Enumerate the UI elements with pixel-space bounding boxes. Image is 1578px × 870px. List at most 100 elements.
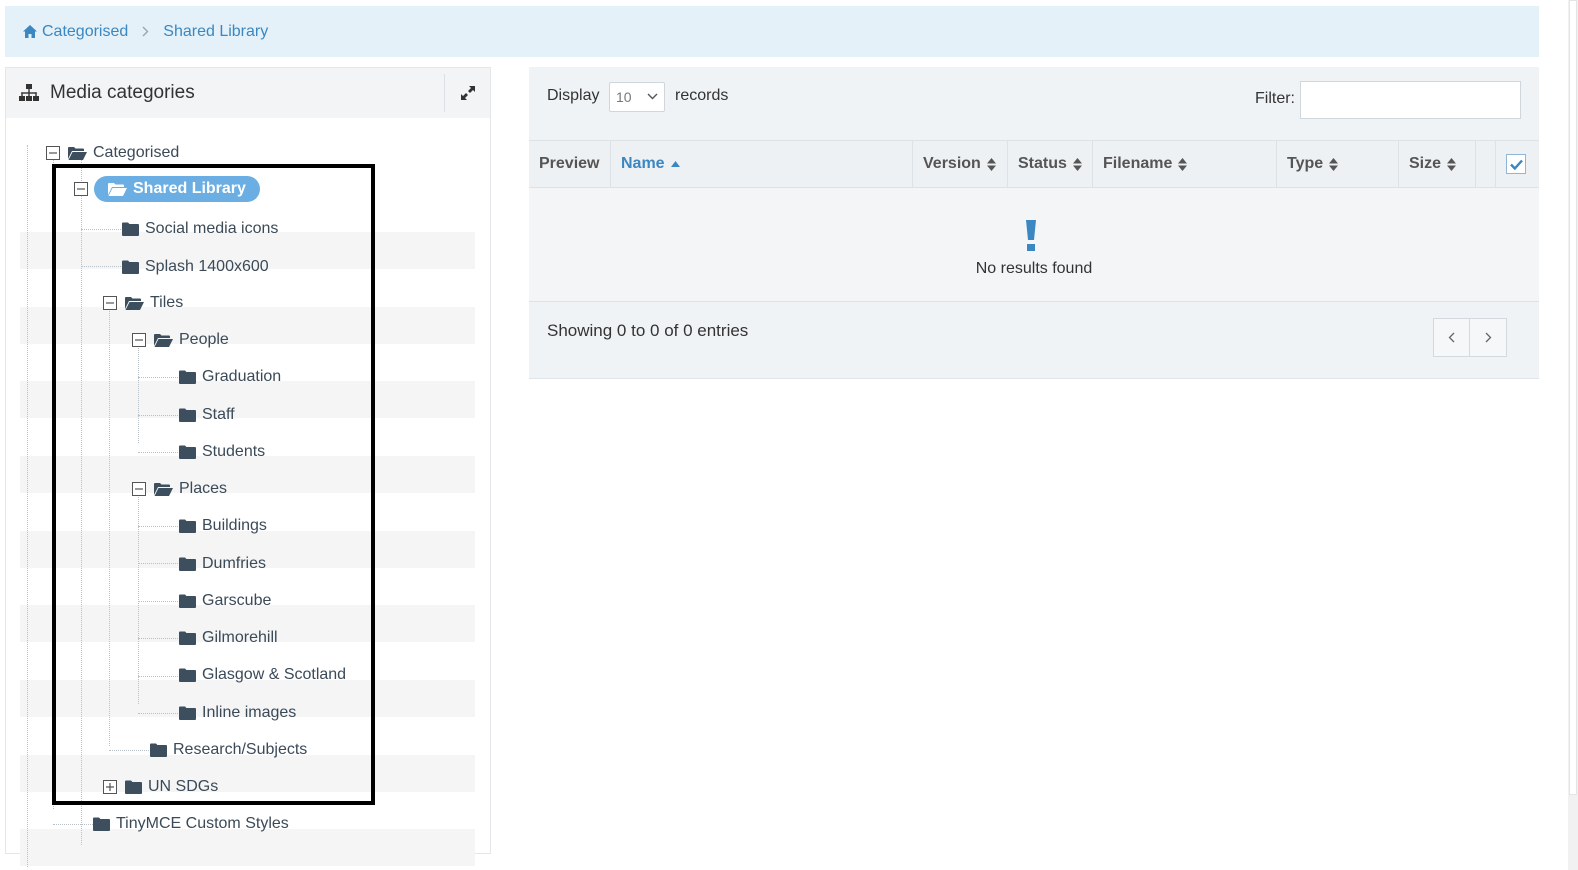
filter-input[interactable] [1300,81,1521,119]
tree-node-label: Graduation [202,368,282,385]
tree-connector [81,266,121,267]
collapse-toggle-icon[interactable] [46,146,60,160]
folder-icon [179,370,196,384]
table-header: Preview Name Version Status Filename Typ… [529,140,1539,188]
tree-node-splash[interactable]: Splash 1400x600 [122,255,269,279]
folder-icon [179,668,196,682]
tree-node-label: Categorised [93,144,180,161]
sort-icon [1178,157,1188,171]
tree-connector [138,415,178,416]
home-icon [23,25,37,38]
folder-icon [122,260,139,274]
collapse-toggle-icon[interactable] [132,333,146,347]
tree-node-categorised[interactable]: Categorised [46,141,179,165]
breadcrumb-item-shared-library[interactable]: Shared Library [163,23,268,41]
page-size-value: 10 [616,89,632,105]
next-page-button[interactable] [1470,318,1507,357]
column-label: Size [1409,155,1442,172]
tree-connector [53,155,54,809]
folder-icon [125,780,142,794]
column-filename[interactable]: Filename [1093,141,1277,187]
tree-connector [138,638,178,639]
folder-icon [179,445,196,459]
tree-node-social-media-icons[interactable]: Social media icons [122,217,278,241]
tree-node-places[interactable]: Places [132,477,227,501]
page-scrollbar[interactable] [1568,0,1578,870]
panel-title: Media categories [50,82,195,103]
folder-icon [179,631,196,645]
select-all-checkbox[interactable] [1506,154,1526,174]
column-select-all[interactable] [1496,141,1539,187]
column-size[interactable]: Size [1399,141,1476,187]
exclamation-icon [1026,220,1036,251]
column-version[interactable]: Version [913,141,1008,187]
folder-open-icon [68,146,87,160]
expand-toggle-icon[interactable] [103,780,117,794]
tree-connector [138,713,178,714]
tree-node-people[interactable]: People [132,328,229,352]
tree-node-label: Garscube [202,592,272,609]
sort-icon [1329,157,1339,171]
display-label: Display [547,87,600,104]
tree-node-gilmorehill[interactable]: Gilmorehill [179,626,278,650]
selected-node-pill[interactable]: Shared Library [94,176,260,202]
tree-node-shared-library[interactable]: Shared Library [74,176,260,202]
previous-page-button[interactable] [1433,318,1470,357]
column-status[interactable]: Status [1008,141,1093,187]
tree-node-tiles[interactable]: Tiles [103,291,183,315]
page-size-select[interactable]: 10 [609,82,665,112]
expand-icon[interactable] [444,74,490,112]
tree-node-dumfries[interactable]: Dumfries [179,552,266,576]
tree-node-label: Splash 1400x600 [145,258,269,275]
tree-node-buildings[interactable]: Buildings [179,514,267,538]
chevron-right-icon [142,26,149,37]
chevron-right-icon [1485,332,1491,343]
tree-node-label: Research/Subjects [173,741,308,758]
tree-node-label: Tiles [150,294,184,311]
folder-icon [179,557,196,571]
tree-connector [138,452,178,453]
media-table-panel: Display 10 records Filter: Preview Name … [529,67,1539,379]
tree-node-glasgow-scotland[interactable]: Glasgow & Scotland [179,663,346,687]
folder-icon [179,706,196,720]
tree-node-label: UN SDGs [148,778,219,795]
sort-icon [1072,157,1082,171]
folder-icon [179,519,196,533]
tree-node-garscube[interactable]: Garscube [179,589,271,613]
tree-connector [138,676,178,677]
tree-connector [81,155,82,845]
tree-node-label: Inline images [202,704,297,721]
column-type[interactable]: Type [1277,141,1399,187]
folder-icon [150,743,167,757]
breadcrumb-item-categorised[interactable]: Categorised [23,23,128,41]
pagination [1433,318,1507,357]
tree-connector [138,343,139,443]
table-toolbar: Display 10 records Filter: [529,67,1539,140]
sort-icon [1447,157,1457,171]
collapse-toggle-icon[interactable] [103,296,117,310]
column-label: Version [923,155,981,172]
column-spacer [1476,141,1496,187]
collapse-toggle-icon[interactable] [132,482,146,496]
tree-connector [138,526,178,527]
tree-node-staff[interactable]: Staff [179,403,235,427]
scrollbar-thumb[interactable] [1569,0,1577,795]
tree-node-graduation[interactable]: Graduation [179,365,281,389]
tree-connector [109,750,149,751]
tree-node-students[interactable]: Students [179,440,265,464]
empty-state: No results found [529,188,1539,302]
tree-node-tinymce-custom-styles[interactable]: TinyMCE Custom Styles [93,812,289,836]
tree-node-research-subjects[interactable]: Research/Subjects [150,738,307,762]
column-label: Status [1018,155,1067,172]
tree-node-un-sdgs[interactable]: UN SDGs [103,775,218,799]
records-label: records [675,87,729,104]
collapse-toggle-icon[interactable] [74,182,88,196]
sort-icon [986,157,996,171]
column-label: Filename [1103,155,1173,172]
breadcrumb-label: Categorised [42,22,129,40]
column-name[interactable]: Name [611,141,913,187]
chevron-down-icon [647,93,658,100]
tree-node-inline-images[interactable]: Inline images [179,701,296,725]
folder-open-icon [125,296,144,310]
tree-node-label: Buildings [202,517,267,534]
